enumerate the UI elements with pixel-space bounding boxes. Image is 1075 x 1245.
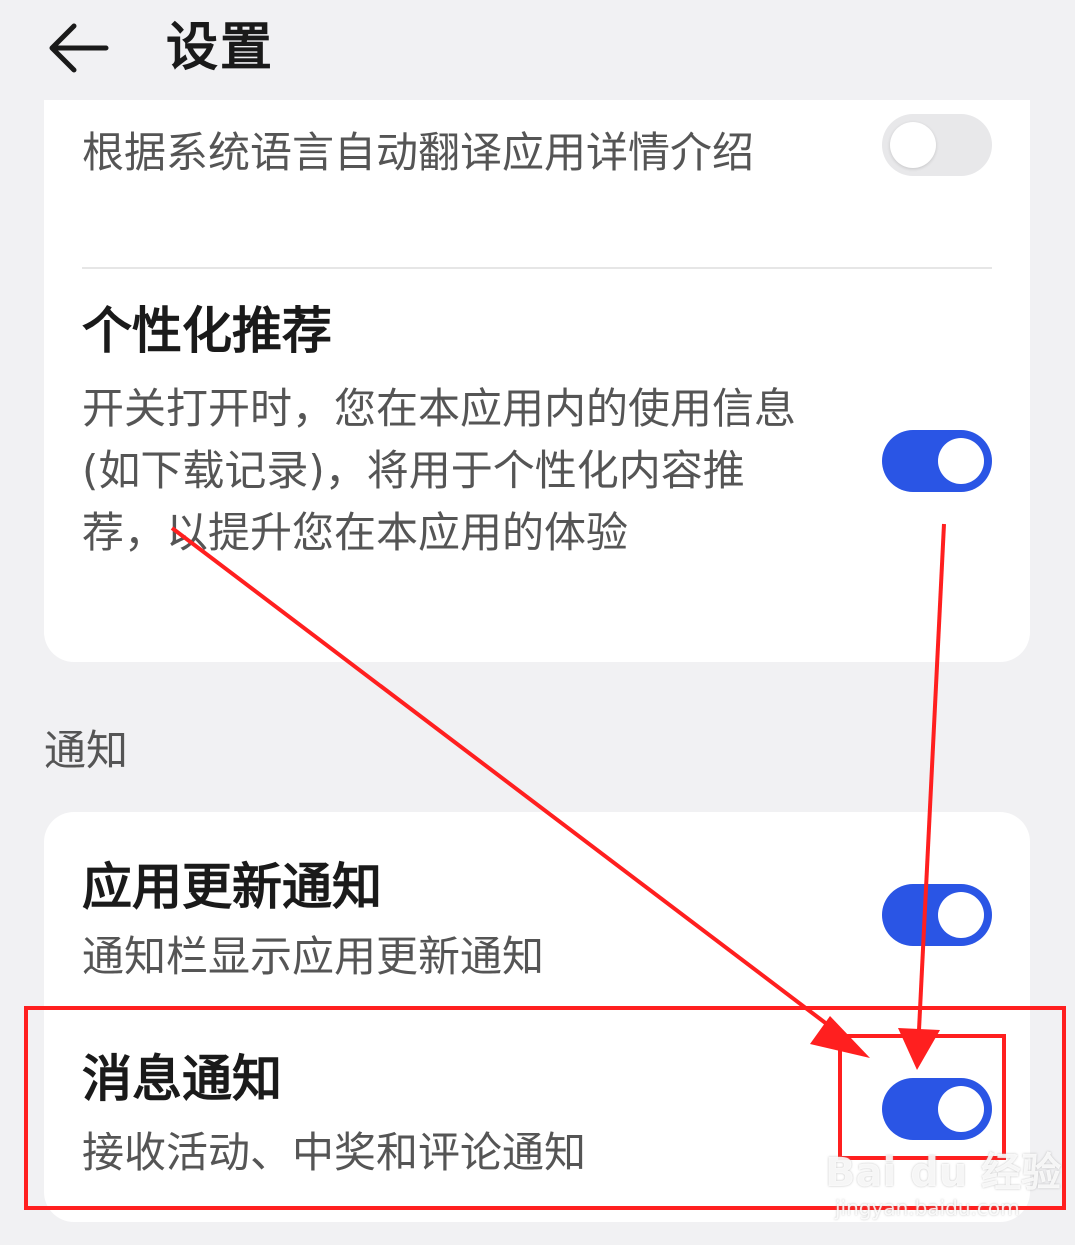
translate-toggle[interactable] — [882, 114, 992, 176]
top-bar: 设置 — [0, 0, 1075, 100]
toggle-knob — [890, 122, 936, 168]
toggle-knob — [938, 1086, 984, 1132]
watermark-logo: Bai du 经验 — [825, 1150, 1062, 1196]
app-update-toggle[interactable] — [882, 884, 992, 946]
toggle-knob — [938, 892, 984, 938]
message-description: 接收活动、中奖和评论通知 — [82, 1128, 587, 1177]
personalized-title: 个性化推荐 — [82, 302, 332, 360]
translate-description: 根据系统语言自动翻译应用详情介绍 — [82, 128, 755, 177]
page-title: 设置 — [166, 18, 275, 78]
toggle-knob — [938, 438, 984, 484]
personalized-description: 开关打开时，您在本应用内的使用信息 (如下载记录)，将用于个性化内容推荐，以提升… — [82, 384, 797, 557]
message-title: 消息通知 — [82, 1050, 282, 1108]
personalized-toggle[interactable] — [882, 430, 992, 492]
settings-card: 根据系统语言自动翻译应用详情介绍 个性化推荐 开关打开时，您在本应用内的使用信息… — [44, 100, 1030, 662]
watermark-url: jingyan.baidu.com — [835, 1196, 1020, 1220]
message-toggle[interactable] — [882, 1078, 992, 1140]
app-update-title: 应用更新通知 — [82, 858, 382, 916]
arrow-left-icon — [49, 23, 109, 73]
divider — [82, 267, 992, 269]
section-label-notifications: 通知 — [44, 726, 129, 775]
back-button[interactable] — [44, 12, 116, 84]
app-update-description: 通知栏显示应用更新通知 — [82, 932, 545, 981]
